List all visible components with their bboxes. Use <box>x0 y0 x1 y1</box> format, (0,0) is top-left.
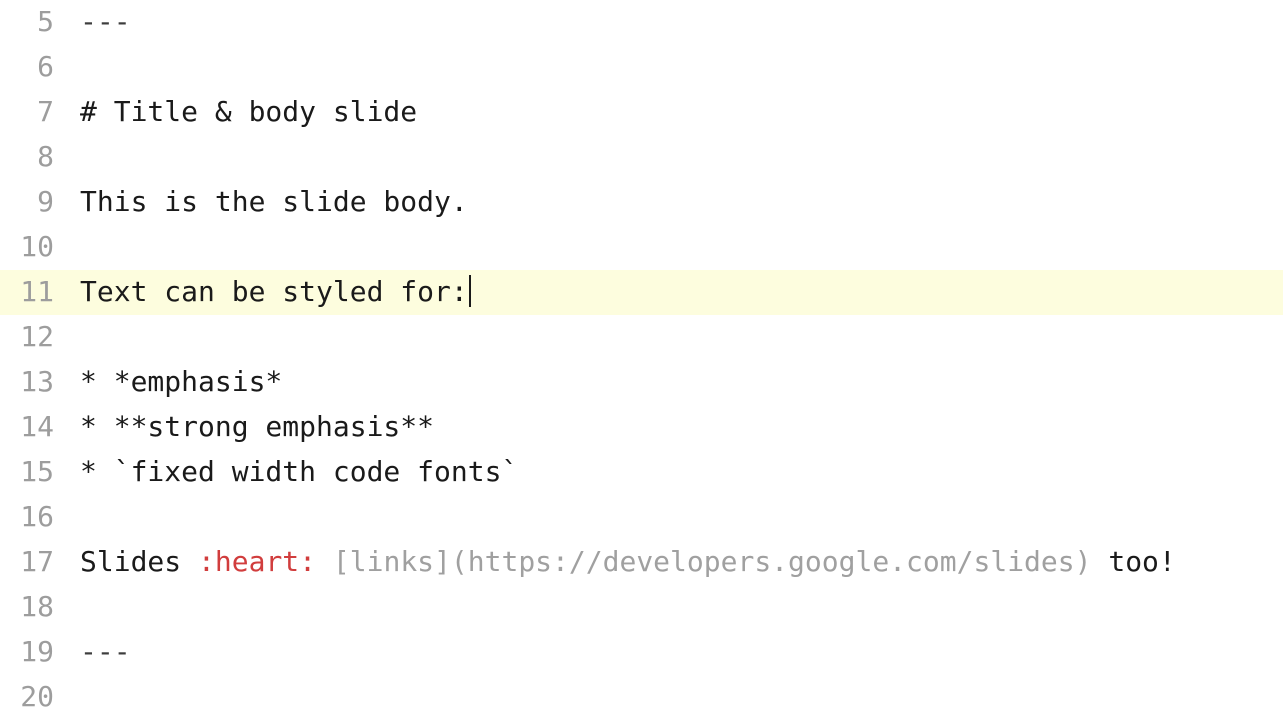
editor-line[interactable]: 18 <box>0 585 1283 630</box>
line-number: 17 <box>0 540 80 585</box>
code-segment: too! <box>1091 545 1175 578</box>
code-editor[interactable]: 5---67# Title & body slide89This is the … <box>0 0 1283 721</box>
line-number: 11 <box>0 270 80 315</box>
code-segment: [links](https://developers.google.com/sl… <box>333 545 1092 578</box>
line-content[interactable]: * `fixed width code fonts` <box>80 450 1283 495</box>
line-number: 7 <box>0 90 80 135</box>
line-content[interactable]: * **strong emphasis** <box>80 405 1283 450</box>
line-number: 16 <box>0 495 80 540</box>
line-number: 18 <box>0 585 80 630</box>
text-cursor <box>469 275 471 307</box>
line-content[interactable]: # Title & body slide <box>80 90 1283 135</box>
line-content[interactable]: --- <box>80 630 1283 675</box>
line-number: 15 <box>0 450 80 495</box>
editor-line[interactable]: 19--- <box>0 630 1283 675</box>
line-number: 5 <box>0 0 80 45</box>
line-number: 19 <box>0 630 80 675</box>
editor-line[interactable]: 8 <box>0 135 1283 180</box>
editor-line[interactable]: 11Text can be styled for: <box>0 270 1283 315</box>
editor-line[interactable]: 12 <box>0 315 1283 360</box>
line-content[interactable]: --- <box>80 0 1283 45</box>
code-segment: * `fixed width code fonts` <box>80 455 518 488</box>
line-content[interactable]: This is the slide body. <box>80 180 1283 225</box>
editor-line[interactable]: 10 <box>0 225 1283 270</box>
line-content[interactable]: Text can be styled for: <box>80 270 1283 315</box>
editor-line[interactable]: 16 <box>0 495 1283 540</box>
editor-line[interactable]: 7# Title & body slide <box>0 90 1283 135</box>
line-number: 12 <box>0 315 80 360</box>
line-number: 6 <box>0 45 80 90</box>
line-number: 20 <box>0 675 80 720</box>
line-number: 13 <box>0 360 80 405</box>
code-segment: Text can be styled for: <box>80 275 468 308</box>
code-segment: --- <box>80 635 131 668</box>
editor-line[interactable]: 20 <box>0 675 1283 720</box>
editor-line[interactable]: 14* **strong emphasis** <box>0 405 1283 450</box>
line-content[interactable]: * *emphasis* <box>80 360 1283 405</box>
line-number: 14 <box>0 405 80 450</box>
code-segment: --- <box>80 5 131 38</box>
code-segment <box>316 545 333 578</box>
editor-line[interactable]: 17Slides :heart: [links](https://develop… <box>0 540 1283 585</box>
line-number: 9 <box>0 180 80 225</box>
editor-line[interactable]: 15* `fixed width code fonts` <box>0 450 1283 495</box>
code-segment: This is the slide body. <box>80 185 468 218</box>
line-number: 8 <box>0 135 80 180</box>
editor-line[interactable]: 13* *emphasis* <box>0 360 1283 405</box>
code-segment: Slides <box>80 545 198 578</box>
code-segment: :heart: <box>198 545 316 578</box>
editor-line[interactable]: 9This is the slide body. <box>0 180 1283 225</box>
editor-line[interactable]: 5--- <box>0 0 1283 45</box>
code-segment: # Title & body slide <box>80 95 417 128</box>
code-segment: * *emphasis* <box>80 365 282 398</box>
line-number: 10 <box>0 225 80 270</box>
line-content[interactable]: Slides :heart: [links](https://developer… <box>80 540 1283 585</box>
editor-line[interactable]: 6 <box>0 45 1283 90</box>
code-segment: * **strong emphasis** <box>80 410 434 443</box>
